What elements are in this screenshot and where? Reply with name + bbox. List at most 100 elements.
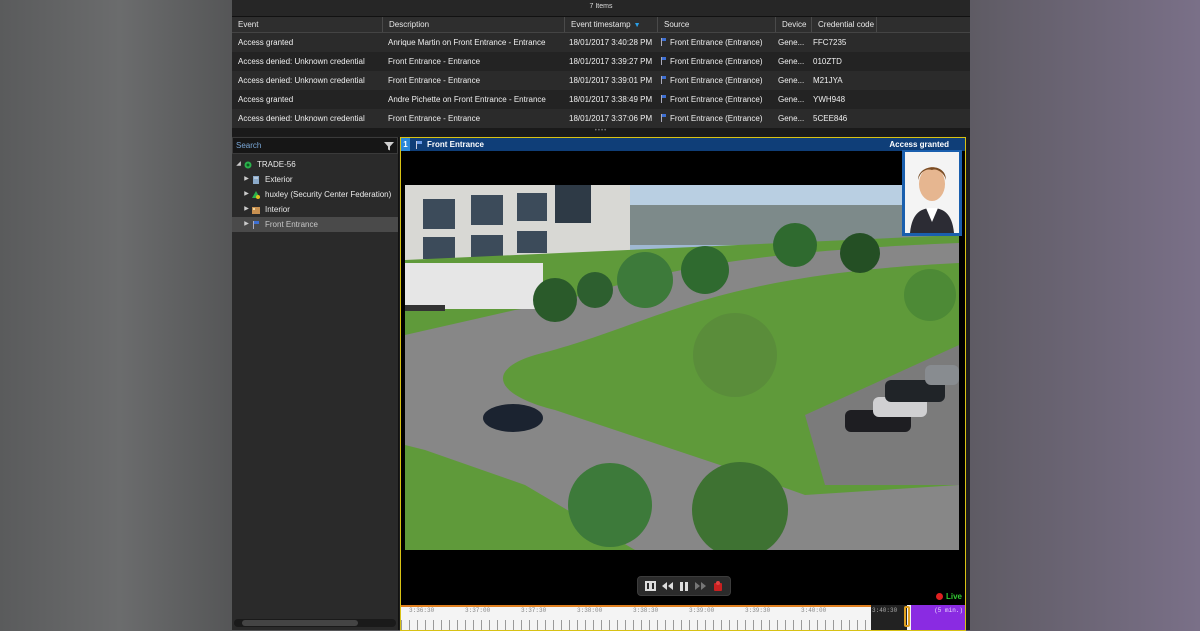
column-header-device[interactable]: Device bbox=[776, 17, 812, 32]
timeline-label: 3:39:30 bbox=[745, 607, 771, 614]
filter-icon[interactable] bbox=[383, 140, 395, 152]
tree-node-label: Exterior bbox=[265, 175, 293, 184]
camera-video-feed bbox=[405, 185, 959, 550]
cell-timestamp: 18/01/2017 3:38:49 PM bbox=[569, 95, 653, 104]
live-indicator: Live bbox=[935, 592, 962, 601]
tile-title: Front Entrance bbox=[427, 140, 484, 149]
cell-event: Access denied: Unknown credential bbox=[238, 114, 365, 123]
timeline-cursor[interactable] bbox=[904, 606, 910, 627]
table-row[interactable]: Access granted Anrique Martin on Front E… bbox=[232, 33, 970, 52]
security-desk-window: 7 Items Event Description Event timestam… bbox=[232, 0, 970, 631]
playback-timeline[interactable]: 3:36:30 3:37:00 3:37:30 3:38:00 3:38:30 … bbox=[401, 605, 965, 630]
table-row[interactable]: Access denied: Unknown credential Front … bbox=[232, 52, 970, 71]
timeline-toggle-button[interactable] bbox=[644, 580, 656, 592]
timeline-range-label: (5 min.) bbox=[934, 607, 963, 614]
timeline-label: 3:38:30 bbox=[633, 607, 659, 614]
door-icon bbox=[661, 38, 666, 46]
access-granted-label: Access granted bbox=[889, 140, 949, 149]
table-row[interactable]: Access denied: Unknown credential Front … bbox=[232, 71, 970, 90]
cell-timestamp: 18/01/2017 3:39:01 PM bbox=[569, 76, 653, 85]
cell-description: Anrique Martin on Front Entrance - Entra… bbox=[388, 38, 546, 47]
cardholder-portrait bbox=[905, 152, 959, 233]
tree-node-label: Front Entrance bbox=[265, 220, 318, 229]
cell-event: Access denied: Unknown credential bbox=[238, 57, 365, 66]
pause-button[interactable] bbox=[678, 580, 690, 592]
cell-credential: 010ZTD bbox=[813, 57, 842, 66]
cell-credential: 5CEE846 bbox=[813, 114, 848, 123]
cell-event: Access granted bbox=[238, 95, 294, 104]
playback-controls bbox=[637, 576, 731, 596]
column-header-source[interactable]: Source bbox=[658, 17, 776, 32]
door-icon bbox=[253, 220, 259, 229]
table-row[interactable]: Access denied: Unknown credential Front … bbox=[232, 109, 970, 128]
table-row[interactable]: Access granted Andre Pichette on Front E… bbox=[232, 90, 970, 109]
area-icon bbox=[253, 175, 259, 184]
tree-node-root[interactable]: ◢ TRADE-56 bbox=[232, 157, 398, 172]
tree-node-exterior[interactable]: ▶ Exterior bbox=[232, 172, 398, 187]
pane-splitter[interactable]: •••• bbox=[232, 128, 970, 136]
fast-forward-button[interactable] bbox=[695, 580, 707, 592]
tree-node-huxley[interactable]: ▶ huxley (Security Center Federation) bbox=[232, 187, 398, 202]
record-button[interactable] bbox=[712, 580, 724, 592]
cell-source-label: Front Entrance (Entrance) bbox=[670, 38, 763, 47]
cell-description: Front Entrance - Entrance bbox=[388, 57, 481, 66]
cell-source: Front Entrance (Entrance) bbox=[655, 71, 772, 90]
column-header-timestamp[interactable]: Event timestamp ▼ bbox=[565, 17, 658, 32]
cell-device: Gene... bbox=[778, 95, 805, 104]
expand-arrow-icon[interactable]: ▶ bbox=[242, 217, 251, 232]
cell-source: Front Entrance (Entrance) bbox=[655, 52, 772, 71]
cell-timestamp: 18/01/2017 3:40:28 PM bbox=[569, 38, 653, 47]
cell-credential: YWH948 bbox=[813, 95, 846, 104]
column-header-filler bbox=[877, 17, 970, 32]
horizontal-scrollbar[interactable] bbox=[234, 619, 396, 627]
tree-node-interior[interactable]: ▶ Interior bbox=[232, 202, 398, 217]
expand-arrow-icon[interactable]: ▶ bbox=[242, 172, 251, 187]
video-tile[interactable]: 1 Front Entrance Access granted Live 3:3… bbox=[400, 137, 966, 631]
tree-node-label: huxley (Security Center Federation) bbox=[265, 190, 392, 199]
system-icon bbox=[244, 161, 252, 168]
cell-device: Gene... bbox=[778, 38, 805, 47]
tree-node-front-entrance[interactable]: ▶ Front Entrance bbox=[232, 217, 398, 232]
cell-device: Gene... bbox=[778, 57, 805, 66]
area-tree: ◢ TRADE-56 ▶ Exterior ▶ huxley (Security… bbox=[232, 154, 398, 232]
timeline-label: 3:37:00 bbox=[465, 607, 491, 614]
door-icon bbox=[661, 57, 666, 65]
live-label: Live bbox=[945, 592, 962, 601]
cell-event: Access granted bbox=[238, 38, 294, 47]
cell-credential: M21JYA bbox=[813, 76, 843, 85]
door-icon bbox=[416, 140, 422, 149]
cell-source-label: Front Entrance (Entrance) bbox=[670, 57, 763, 66]
column-header-description[interactable]: Description bbox=[383, 17, 565, 32]
cell-description: Front Entrance - Entrance bbox=[388, 76, 481, 85]
door-icon bbox=[661, 114, 666, 122]
search-box bbox=[232, 137, 398, 154]
cardholder-photo bbox=[902, 150, 962, 236]
cell-credential: FFC7235 bbox=[813, 38, 847, 47]
area-icon bbox=[252, 206, 260, 214]
timeline-label: 3:39:00 bbox=[689, 607, 715, 614]
cell-source: Front Entrance (Entrance) bbox=[655, 90, 772, 109]
collapse-arrow-icon[interactable]: ◢ bbox=[234, 157, 243, 172]
timeline-label: 3:40:00 bbox=[801, 607, 827, 614]
column-header-event[interactable]: Event bbox=[232, 17, 383, 32]
timeline-label: 3:40:30 bbox=[872, 607, 898, 614]
expand-arrow-icon[interactable]: ▶ bbox=[242, 202, 251, 217]
timeline-label: 3:38:00 bbox=[577, 607, 603, 614]
timeline-recent-segment: 3:40:30 bbox=[871, 605, 907, 630]
cell-timestamp: 18/01/2017 3:39:27 PM bbox=[569, 57, 653, 66]
recording-dot-icon bbox=[935, 593, 943, 600]
cell-event: Access denied: Unknown credential bbox=[238, 76, 365, 85]
expand-arrow-icon[interactable]: ▶ bbox=[242, 187, 251, 202]
cell-source-label: Front Entrance (Entrance) bbox=[670, 95, 763, 104]
scrollbar-thumb[interactable] bbox=[242, 620, 358, 626]
rewind-button[interactable] bbox=[661, 580, 673, 592]
tree-node-label: TRADE-56 bbox=[257, 160, 296, 169]
area-view-panel: ◢ TRADE-56 ▶ Exterior ▶ huxley (Security… bbox=[232, 137, 399, 630]
tree-node-label: Interior bbox=[265, 205, 290, 214]
column-header-credential[interactable]: Credential code bbox=[812, 17, 877, 32]
cell-source: Front Entrance (Entrance) bbox=[655, 33, 772, 52]
cell-source-label: Front Entrance (Entrance) bbox=[670, 76, 763, 85]
cell-description: Andre Pichette on Front Entrance - Entra… bbox=[388, 95, 546, 104]
search-input[interactable] bbox=[233, 138, 383, 153]
cell-source-label: Front Entrance (Entrance) bbox=[670, 114, 763, 123]
